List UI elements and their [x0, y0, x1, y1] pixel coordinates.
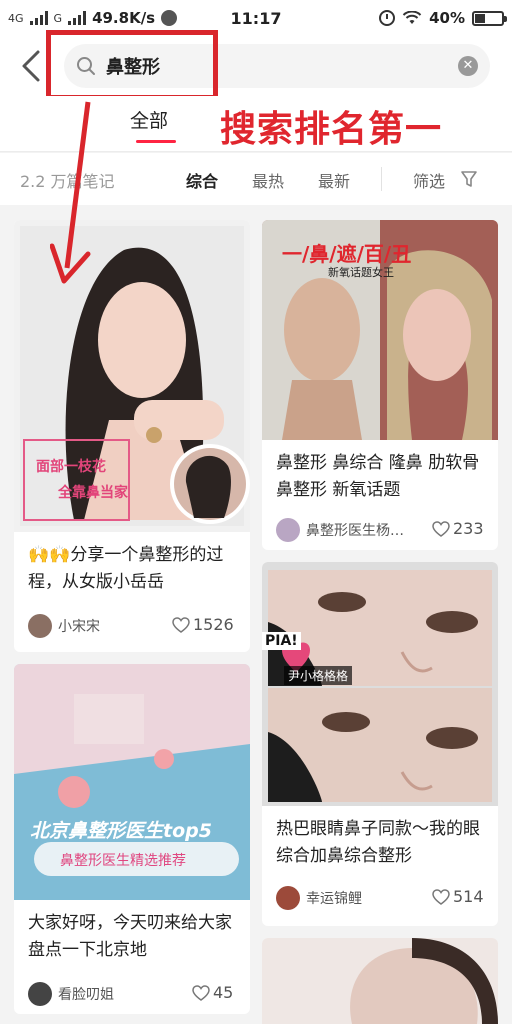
clear-icon[interactable]: ✕	[458, 56, 478, 76]
tab-active-indicator	[136, 140, 176, 143]
sort-hottest[interactable]: 最热	[252, 168, 284, 192]
note-card[interactable]	[262, 938, 498, 1024]
note-author[interactable]: 小宋宋	[28, 614, 100, 638]
note-card[interactable]: 北京鼻整形医生top5 鼻整形医生精选推荐 大家好呀，今天叨来给大家盘点一下北京…	[14, 664, 250, 1014]
note-card[interactable]: 一/鼻/遮/百/丑 新氧话题女王 鼻整形 鼻综合 隆鼻 肋软骨鼻整形 新氧话题 …	[262, 220, 498, 550]
image-sticker: PIA!	[262, 632, 301, 650]
heart-icon	[432, 520, 450, 537]
image-banner: 一/鼻/遮/百/丑	[282, 242, 412, 266]
note-card[interactable]: PIA! 尹小格格格 热巴眼睛鼻子同款～我的眼综合加鼻综合整形 幸运锦鲤 514	[262, 562, 498, 926]
battery-icon	[472, 10, 507, 26]
note-image: 北京鼻整形医生top5 鼻整形医生精选推荐	[14, 664, 250, 900]
sort-newest[interactable]: 最新	[318, 168, 350, 192]
image-subline: 鼻整形医生精选推荐	[60, 853, 186, 869]
avatar	[276, 886, 300, 910]
like-count: 233	[453, 519, 484, 538]
author-name: 鼻整形医生杨…	[306, 523, 404, 539]
highlight-box	[46, 30, 218, 100]
like-count: 514	[453, 887, 484, 906]
like-button[interactable]: 233	[432, 519, 484, 538]
signal-icon	[29, 11, 48, 25]
author-name: 看脸叨姐	[58, 987, 114, 1003]
heart-icon	[172, 616, 190, 633]
image-caption-1: 面部一枝花	[36, 459, 106, 475]
author-name: 幸运锦鲤	[306, 891, 362, 907]
battery-percent: 40%	[429, 9, 465, 27]
image-subtitle: 新氧话题女王	[328, 266, 394, 279]
note-title: 大家好呀，今天叨来给大家盘点一下北京地	[28, 913, 232, 960]
heart-icon	[192, 984, 210, 1001]
filter-divider	[381, 167, 382, 191]
image-caption-2: 全靠鼻当家	[58, 485, 128, 501]
alarm-icon	[379, 10, 396, 26]
image-headline: 北京鼻整形医生top5	[30, 820, 212, 842]
note-title: 鼻整形 鼻综合 隆鼻 肋软骨鼻整形 新氧话题	[276, 453, 480, 500]
note-image: 一/鼻/遮/百/丑 新氧话题女王	[262, 220, 498, 440]
network-speed: 49.8K/s	[92, 9, 156, 27]
note-author[interactable]: 看脸叨姐	[28, 982, 114, 1006]
sort-comprehensive[interactable]: 综合	[186, 168, 218, 192]
annotation-arrow-icon	[50, 101, 91, 284]
note-image-art	[262, 938, 498, 1024]
app-notification-icon	[161, 10, 178, 26]
note-image: PIA! 尹小格格格	[262, 562, 498, 806]
like-count: 45	[213, 983, 234, 1002]
back-arrow-icon[interactable]	[18, 48, 46, 84]
note-author[interactable]: 幸运锦鲤	[276, 886, 362, 910]
avatar	[28, 982, 52, 1006]
funnel-icon[interactable]	[460, 170, 478, 188]
signal-icon-2	[68, 11, 87, 25]
avatar	[28, 614, 52, 638]
wifi-icon	[402, 11, 422, 24]
like-button[interactable]: 514	[432, 887, 484, 906]
note-author[interactable]: 鼻整形医生杨…	[276, 518, 404, 542]
like-button[interactable]: 45	[192, 983, 233, 1002]
note-title: 热巴眼睛鼻子同款～我的眼综合加鼻综合整形	[276, 819, 480, 866]
like-count: 1526	[193, 615, 234, 634]
image-label: 尹小格格格	[284, 666, 353, 685]
filter-button[interactable]: 筛选	[413, 168, 445, 192]
network-type-1: 4G	[8, 11, 24, 25]
heart-icon	[432, 888, 450, 905]
network-type-2: G	[53, 11, 63, 25]
tab-all[interactable]: 全部	[130, 106, 168, 133]
note-title: 🙌🙌分享一个鼻整形的过程，从女版小岳岳	[28, 545, 224, 592]
like-button[interactable]: 1526	[172, 615, 234, 634]
annotation-text: 搜索排名第一	[220, 109, 443, 150]
author-name: 小宋宋	[58, 619, 100, 635]
avatar	[276, 518, 300, 542]
